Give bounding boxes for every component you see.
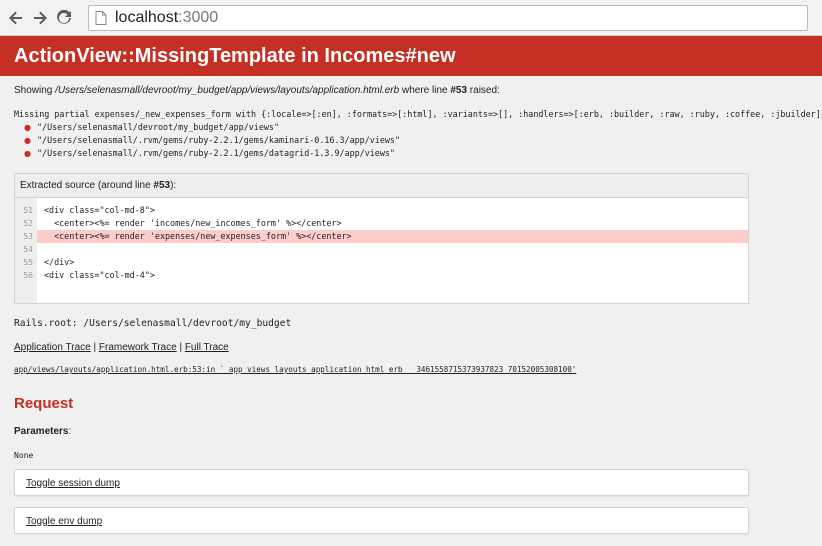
reload-button[interactable] bbox=[54, 8, 74, 28]
arrow-right-icon bbox=[34, 11, 47, 24]
code-line: <div class="col-md-4"> bbox=[44, 270, 155, 280]
arrow-left-icon bbox=[9, 11, 22, 24]
error-message: Missing partial expenses/_new_expenses_f… bbox=[14, 109, 822, 119]
toggle-session-link[interactable]: Toggle session dump bbox=[26, 478, 120, 489]
source-body: 51 52 53 54 55 56 <div class="col-md-8">… bbox=[15, 198, 748, 303]
trace-links: Application Trace | Framework Trace | Fu… bbox=[14, 342, 229, 353]
list-item: ● "/Users/selenasmall/.rvm/gems/ruby-2.2.… bbox=[24, 135, 401, 145]
reload-icon bbox=[57, 9, 71, 24]
showing-line: Showing /Users/selenasmall/devroot/my_bu… bbox=[14, 85, 500, 96]
template-path: /Users/selenasmall/devroot/my_budget/app… bbox=[55, 85, 400, 96]
line-numbers: 51 52 53 54 55 56 bbox=[15, 198, 37, 303]
parameters-label: Parameters: bbox=[14, 426, 72, 437]
framework-trace-link[interactable]: Framework Trace bbox=[99, 342, 177, 353]
trace-entry: app/views/layouts/application.html.erb:5… bbox=[14, 365, 822, 374]
code-line: <center><%= render 'incomes/new_incomes_… bbox=[44, 218, 342, 228]
env-dump-box: Toggle env dump bbox=[14, 507, 749, 534]
code-line-highlighted: <center><%= render 'expenses/new_expense… bbox=[37, 230, 748, 243]
address-bar[interactable]: localhost:3000 bbox=[88, 4, 808, 31]
list-item: ● "/Users/selenasmall/.rvm/gems/ruby-2.2.… bbox=[24, 148, 395, 158]
bullet-icon: ● bbox=[24, 123, 31, 132]
bullet-icon: ● bbox=[24, 136, 31, 145]
request-heading: Request bbox=[14, 395, 74, 412]
full-trace-link[interactable]: Full Trace bbox=[185, 342, 229, 353]
application-trace-link[interactable]: Application Trace bbox=[14, 342, 91, 353]
back-button[interactable] bbox=[6, 8, 26, 28]
error-content: Showing /Users/selenasmall/devroot/my_bu… bbox=[14, 76, 822, 534]
browser-toolbar: localhost:3000 bbox=[0, 0, 822, 36]
rails-root: Rails.root: /Users/selenasmall/devroot/m… bbox=[14, 318, 292, 329]
list-item: ● "/Users/selenasmall/devroot/my_budget/a… bbox=[24, 122, 280, 132]
code-line: <div class="col-md-8"> bbox=[44, 205, 155, 215]
url-text: localhost:3000 bbox=[115, 8, 219, 26]
source-code: <div class="col-md-8"> <center><%= rende… bbox=[37, 198, 748, 303]
toggle-env-link[interactable]: Toggle env dump bbox=[26, 516, 102, 527]
forward-button[interactable] bbox=[30, 8, 50, 28]
source-header: Extracted source (around line #53): bbox=[15, 174, 748, 198]
line-number: #53 bbox=[450, 85, 468, 96]
extracted-source: Extracted source (around line #53): 51 5… bbox=[14, 173, 749, 304]
bullet-icon: ● bbox=[24, 149, 31, 158]
code-line: </div> bbox=[44, 257, 75, 267]
search-paths: ● "/Users/selenasmall/devroot/my_budget/a… bbox=[24, 121, 822, 160]
page-title: ActionView::MissingTemplate in Incomes#n… bbox=[0, 36, 822, 76]
trace-entry-link[interactable]: app/views/layouts/application.html.erb:5… bbox=[14, 365, 576, 374]
page-icon bbox=[95, 10, 107, 25]
parameters-value: None bbox=[14, 451, 34, 460]
session-dump-box: Toggle session dump bbox=[14, 469, 749, 496]
